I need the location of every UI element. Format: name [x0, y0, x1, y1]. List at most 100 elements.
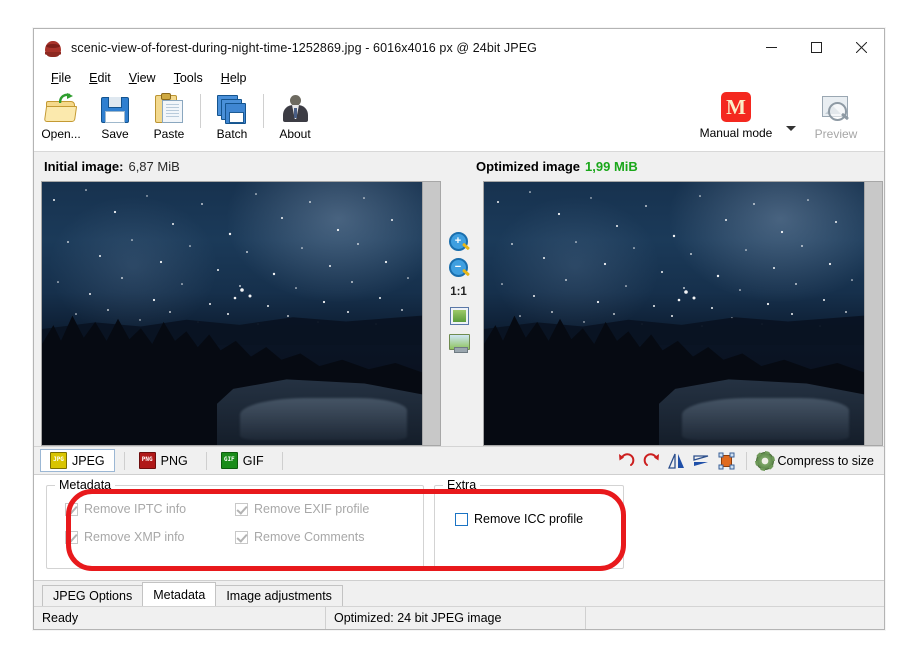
- format-toolbar: JPG JPEG PNG PNG GIF GIF Compress to siz…: [34, 446, 884, 474]
- title-bar: scenic-view-of-forest-during-night-time-…: [34, 29, 884, 67]
- menu-edit[interactable]: Edit: [80, 69, 120, 87]
- optimized-image-label: Optimized image: [476, 159, 581, 174]
- open-folder-icon: [43, 92, 78, 124]
- paste-button-label: Paste: [153, 127, 185, 141]
- rotate-left-icon[interactable]: [616, 451, 637, 471]
- menu-tools[interactable]: Tools: [165, 69, 212, 87]
- checkbox-remove-icc-profile[interactable]: Remove ICC profile: [455, 512, 625, 526]
- checkbox-remove-xmp-info-box[interactable]: [65, 530, 78, 544]
- menu-view-accel: V: [128, 70, 137, 85]
- menu-view[interactable]: View: [120, 69, 165, 87]
- checkbox-remove-iptc-info-label: Remove IPTC info: [84, 502, 187, 516]
- image-tools-group: Compress to size: [616, 451, 878, 471]
- checkbox-remove-exif-profile-box[interactable]: [235, 502, 248, 516]
- toolbar-separator-2: [263, 94, 264, 128]
- toolbar-separator-1: [200, 94, 201, 128]
- open-button-label: Open...: [41, 127, 81, 141]
- fit-to-window-icon[interactable]: [448, 305, 470, 327]
- zoom-one-to-one-button[interactable]: 1:1: [450, 286, 467, 298]
- menu-file-accel: F: [51, 70, 59, 85]
- checkbox-remove-comments[interactable]: Remove Comments: [235, 530, 405, 544]
- crab-icon: [44, 39, 62, 57]
- tab-jpeg-options[interactable]: JPEG Options: [42, 585, 144, 606]
- zoom-toolbar: + − 1:1: [441, 181, 476, 446]
- menu-file[interactable]: File: [42, 69, 80, 87]
- compress-to-size-button[interactable]: Compress to size: [777, 454, 874, 468]
- checkbox-remove-xmp-info[interactable]: Remove XMP info: [65, 530, 235, 544]
- rotate-right-icon[interactable]: [641, 451, 662, 471]
- paste-button[interactable]: Paste: [142, 88, 196, 148]
- zoom-in-button[interactable]: +: [448, 231, 470, 253]
- checkbox-remove-exif-profile[interactable]: Remove EXIF profile: [235, 502, 405, 516]
- full-screen-icon[interactable]: [448, 331, 470, 353]
- menu-edit-rest: dit: [97, 70, 111, 85]
- status-extra: [586, 607, 884, 629]
- manual-mode-button[interactable]: M Manual mode: [688, 88, 784, 140]
- close-button[interactable]: [839, 29, 884, 66]
- tab-png[interactable]: PNG PNG: [130, 449, 197, 472]
- batch-stack-icon: [215, 92, 249, 124]
- extra-inner: Remove ICC profile: [435, 486, 623, 526]
- menu-help-accel: H: [220, 70, 230, 85]
- optimized-image[interactable]: [484, 182, 864, 445]
- preview-magnifier-icon: [819, 92, 853, 124]
- tab-metadata[interactable]: Metadata: [142, 582, 217, 606]
- menu-file-rest: ile: [58, 70, 72, 85]
- tab-png-label: PNG: [160, 453, 188, 468]
- maximize-button[interactable]: [794, 29, 839, 66]
- image-compare-area: + − 1:1: [34, 181, 884, 446]
- manual-mode-label: Manual mode: [699, 126, 773, 140]
- tab-image-adjustments[interactable]: Image adjustments: [215, 585, 343, 606]
- save-button[interactable]: Save: [88, 88, 142, 148]
- preview-button[interactable]: Preview: [800, 88, 872, 148]
- batch-button-label: Batch: [216, 127, 248, 141]
- water-reflection: [239, 397, 407, 440]
- checkbox-remove-icc-profile-box[interactable]: [455, 512, 468, 526]
- minimize-button[interactable]: [749, 29, 794, 66]
- original-image[interactable]: [42, 182, 422, 445]
- flip-vertical-icon[interactable]: [691, 451, 712, 471]
- size-info-bar: Initial image: 6,87 MiB Optimized image 1,…: [34, 152, 884, 181]
- flip-horizontal-icon[interactable]: [666, 451, 687, 471]
- checkbox-remove-comments-box[interactable]: [235, 530, 248, 544]
- gif-file-icon: GIF: [220, 452, 238, 469]
- status-optimized-info: Optimized: 24 bit JPEG image: [326, 607, 586, 629]
- format-separator-4: [746, 451, 748, 470]
- optimized-image-info: Optimized image 1,99 MiB: [454, 159, 884, 174]
- menu-bar: File Edit View Tools Help: [34, 67, 884, 88]
- crop-icon[interactable]: [716, 451, 737, 471]
- extra-group: Extra Remove ICC profile: [434, 478, 624, 569]
- checkbox-remove-iptc-info[interactable]: Remove IPTC info: [65, 502, 235, 516]
- clipboard-icon: [152, 92, 186, 124]
- original-image-pane[interactable]: [41, 181, 441, 446]
- save-button-label: Save: [101, 127, 129, 141]
- chevron-down-icon[interactable]: [786, 126, 796, 131]
- about-button[interactable]: About: [268, 88, 322, 148]
- status-bar: Ready Optimized: 24 bit JPEG image: [34, 606, 884, 629]
- tab-jpeg-label: JPEG: [72, 453, 105, 468]
- tab-gif[interactable]: GIF GIF: [212, 449, 273, 472]
- optimized-image-pane[interactable]: [483, 181, 883, 446]
- menu-help[interactable]: Help: [212, 69, 256, 87]
- png-file-icon: PNG: [138, 452, 156, 469]
- optimized-pane-scrollbar[interactable]: [864, 182, 882, 445]
- tab-gif-label: GIF: [242, 453, 264, 468]
- initial-image-label: Initial image:: [44, 159, 124, 174]
- gear-icon[interactable]: [756, 451, 775, 470]
- checkbox-remove-comments-label: Remove Comments: [254, 530, 365, 544]
- optimized-image-value: 1,99 MiB: [585, 159, 638, 174]
- checkbox-remove-iptc-info-box[interactable]: [65, 502, 78, 516]
- open-button[interactable]: Open...: [34, 88, 88, 148]
- initial-image-info: Initial image: 6,87 MiB: [34, 159, 454, 174]
- zoom-out-button[interactable]: −: [448, 257, 470, 279]
- checkbox-remove-exif-profile-label: Remove EXIF profile: [254, 502, 370, 516]
- menu-tools-rest: ools: [179, 70, 203, 85]
- menu-edit-accel: E: [89, 70, 98, 85]
- batch-button[interactable]: Batch: [205, 88, 259, 148]
- zoom-in-glyph: +: [454, 235, 462, 247]
- manual-mode-badge-icon: M: [721, 92, 751, 122]
- tab-jpeg[interactable]: JPG JPEG: [40, 449, 115, 472]
- zoom-out-glyph: −: [454, 261, 462, 273]
- original-pane-scrollbar[interactable]: [422, 182, 440, 445]
- metadata-group: Metadata Remove IPTC info Remove EXIF pr…: [46, 478, 424, 569]
